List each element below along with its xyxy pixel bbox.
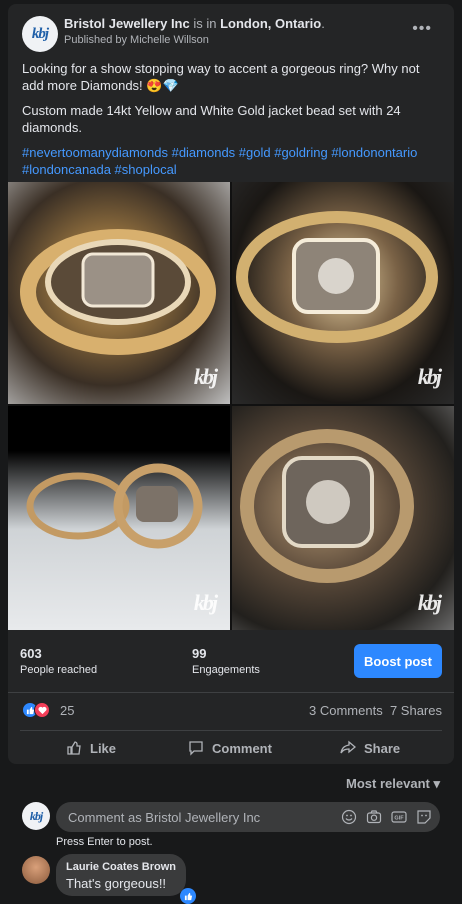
divider xyxy=(8,692,454,693)
reaction-count[interactable]: 25 xyxy=(60,703,74,718)
comment-author-avatar[interactable] xyxy=(22,856,50,884)
comment-icon xyxy=(189,741,203,756)
comments-count-link[interactable]: 3 Comments xyxy=(309,703,383,718)
more-options-icon[interactable]: ••• xyxy=(412,20,432,38)
camera-icon[interactable] xyxy=(366,809,382,825)
location-link[interactable]: London, Ontario xyxy=(220,16,321,31)
watermark-logo: kbj xyxy=(193,364,218,389)
is-in-text: is in xyxy=(193,16,217,31)
post-text: Looking for a show stopping way to accen… xyxy=(8,56,454,178)
shares-count-link[interactable]: 7 Shares xyxy=(390,703,442,718)
comment-text: That's gorgeous!! xyxy=(66,876,167,891)
action-bar: Like Comment Share xyxy=(8,732,454,764)
post-card: kbj Bristol Jewellery Inc is in London, … xyxy=(8,4,454,764)
engagements-value: 99 xyxy=(192,646,207,661)
comment-bubble: Laurie Coates Brown That's gorgeous!! xyxy=(56,854,186,896)
photo-grid: kbj kbj kbj kbj xyxy=(8,182,454,630)
comment-sort-dropdown[interactable]: Most relevant ▾ xyxy=(346,776,440,792)
reactions-bar: 25 3 Comments 7 Shares xyxy=(22,698,442,722)
photo-3[interactable]: kbj xyxy=(8,406,230,630)
comments-shares: 3 Comments 7 Shares xyxy=(309,703,442,718)
press-enter-hint: Press Enter to post. xyxy=(56,836,153,848)
page-name-link[interactable]: Bristol Jewellery Inc xyxy=(64,16,190,31)
photo-1[interactable]: kbj xyxy=(8,182,230,404)
engagements-label: Engagements xyxy=(192,664,260,676)
comment-button[interactable]: Comment xyxy=(188,732,272,764)
post-author-line: Bristol Jewellery Inc is in London, Onta… xyxy=(64,16,325,31)
gif-icon[interactable]: GIF xyxy=(391,809,407,825)
photo-2[interactable]: kbj xyxy=(232,182,454,404)
thumbs-up-icon xyxy=(67,741,81,755)
comment-tools: GIF xyxy=(341,809,432,825)
people-reached-label: People reached xyxy=(20,664,98,676)
hashtags[interactable]: #nevertoomanydiamonds #diamonds #gold #g… xyxy=(22,144,440,178)
watermark-logo: kbj xyxy=(417,590,442,615)
chevron-down-icon: ▾ xyxy=(433,776,440,791)
watermark-logo: kbj xyxy=(417,364,442,389)
post-insights: 603 People reached 99 Engagements Boost … xyxy=(8,630,454,692)
love-reaction-icon[interactable] xyxy=(34,702,50,718)
share-button[interactable]: Share xyxy=(340,732,400,764)
page-avatar[interactable]: kbj xyxy=(22,16,58,52)
boost-post-button[interactable]: Boost post xyxy=(354,644,442,678)
post-text-line2: Custom made 14kt Yellow and White Gold j… xyxy=(22,103,401,135)
post-text-line1: Looking for a show stopping way to accen… xyxy=(22,61,420,93)
watermark-logo: kbj xyxy=(193,590,218,615)
comment-box[interactable]: GIF xyxy=(56,802,440,832)
emoji-icon[interactable] xyxy=(341,809,357,825)
post-header: kbj Bristol Jewellery Inc is in London, … xyxy=(8,4,454,56)
share-icon xyxy=(340,740,356,754)
sticker-icon[interactable] xyxy=(416,809,432,825)
svg-text:GIF: GIF xyxy=(394,816,404,822)
people-reached-value: 603 xyxy=(20,646,42,661)
comment-like-icon[interactable] xyxy=(180,888,196,904)
comment-author-name[interactable]: Laurie Coates Brown xyxy=(66,861,176,873)
published-by: Published by Michelle Willson xyxy=(64,34,209,46)
like-button[interactable]: Like xyxy=(66,732,116,764)
commenter-avatar[interactable]: kbj xyxy=(22,802,50,830)
photo-4[interactable]: kbj xyxy=(232,406,454,630)
divider xyxy=(20,730,442,731)
comment-input[interactable] xyxy=(68,802,328,832)
